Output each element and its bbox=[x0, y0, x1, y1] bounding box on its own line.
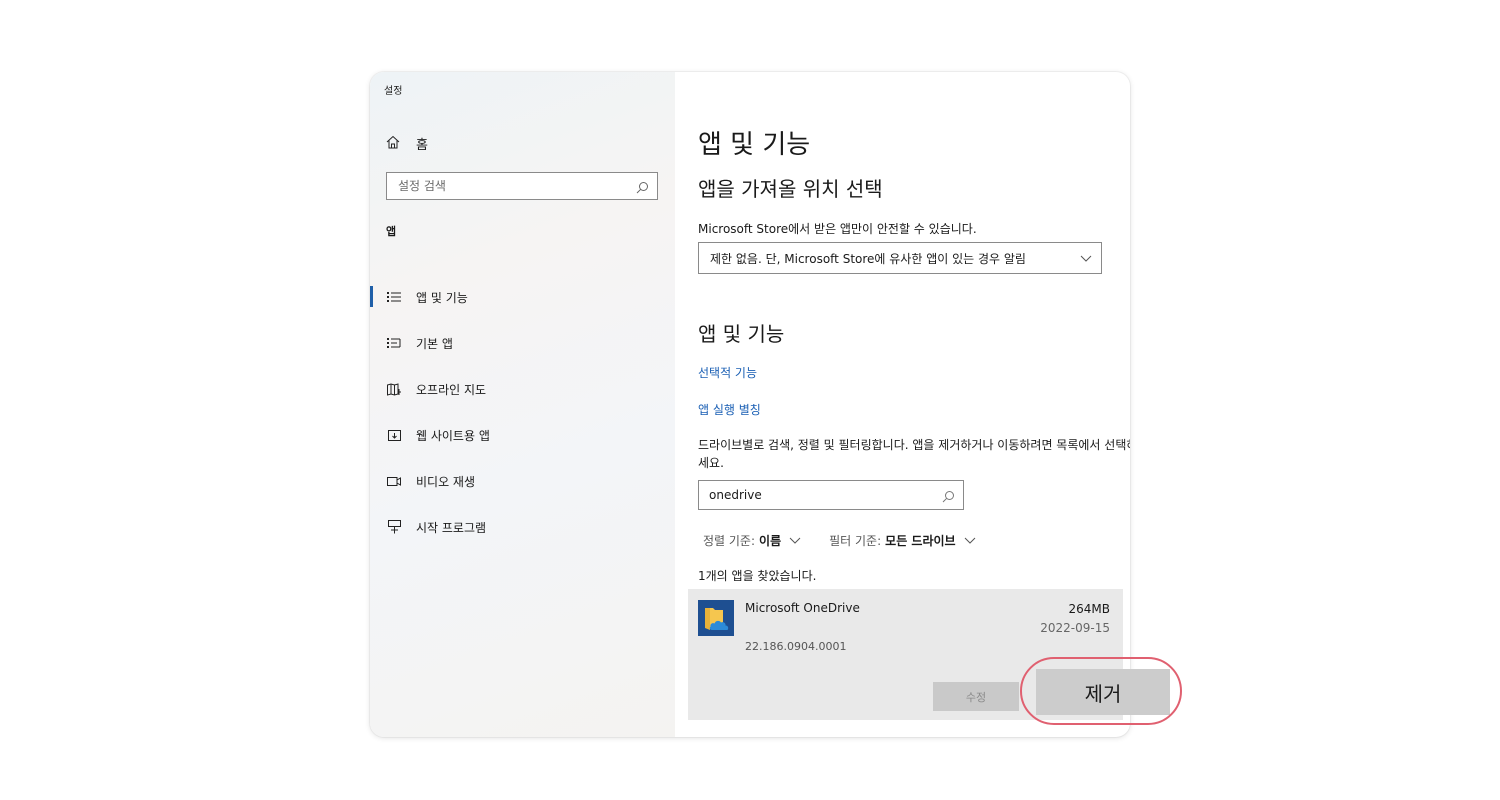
app-execution-alias-link[interactable]: 앱 실행 별칭 bbox=[698, 401, 761, 418]
install-section-description: Microsoft Store에서 받은 앱만이 안전할 수 있습니다. bbox=[698, 222, 977, 236]
search-icon[interactable] bbox=[636, 179, 649, 198]
chevron-down-icon[interactable] bbox=[964, 537, 976, 545]
settings-search-input[interactable] bbox=[387, 173, 628, 199]
uninstall-highlight bbox=[1020, 657, 1182, 725]
app-search[interactable] bbox=[698, 480, 964, 510]
search-icon[interactable] bbox=[942, 488, 955, 507]
sidebar-nav: 앱 및 기능 기본 앱 오프라인 지도 웹 사이트용 앱 비디오 재생 시작 프… bbox=[370, 274, 675, 550]
onedrive-icon bbox=[698, 600, 734, 636]
startup-icon bbox=[386, 519, 402, 535]
optional-features-link[interactable]: 선택적 기능 bbox=[698, 364, 757, 381]
filter-dropdown[interactable]: 모든 드라이브 bbox=[885, 532, 955, 549]
video-icon bbox=[386, 473, 402, 489]
app-version: 22.186.0904.0001 bbox=[745, 640, 847, 653]
sort-filter-row: 정렬 기준: 이름 필터 기준: 모든 드라이브 bbox=[703, 532, 1004, 549]
sidebar-item-label: 앱 및 기능 bbox=[416, 290, 468, 305]
apps-section-title: 앱 및 기능 bbox=[698, 322, 785, 346]
install-source-value: 제한 없음. 단, Microsoft Store에 유사한 앱이 있는 경우 … bbox=[710, 251, 1026, 266]
map-icon bbox=[386, 381, 402, 397]
apps-features-icon bbox=[386, 289, 402, 305]
sidebar-item-startup[interactable]: 시작 프로그램 bbox=[370, 504, 675, 550]
apps-section-description: 드라이브별로 검색, 정렬 및 필터링합니다. 앱을 제거하거나 이동하려면 목… bbox=[698, 438, 1130, 470]
website-apps-icon bbox=[386, 427, 402, 443]
sidebar-item-label: 기본 앱 bbox=[416, 336, 453, 351]
modify-button[interactable]: 수정 bbox=[933, 682, 1019, 711]
page-title: 앱 및 기능 bbox=[698, 130, 811, 160]
sidebar: 설정 홈 앱 앱 및 기능 bbox=[370, 72, 675, 737]
install-source-dropdown[interactable]: 제한 없음. 단, Microsoft Store에 유사한 앱이 있는 경우 … bbox=[698, 242, 1102, 274]
sidebar-item-video-playback[interactable]: 비디오 재생 bbox=[370, 458, 675, 504]
sidebar-item-label: 웹 사이트용 앱 bbox=[416, 428, 490, 443]
settings-window: 설정 홈 앱 앱 및 기능 bbox=[370, 72, 1130, 737]
filter-label: 필터 기준: bbox=[829, 534, 882, 548]
sidebar-item-label: 시작 프로그램 bbox=[416, 520, 487, 535]
main-content: 앱 및 기능 앱을 가져올 위치 선택 Microsoft Store에서 받은… bbox=[675, 72, 1130, 737]
sidebar-home[interactable]: 홈 bbox=[386, 134, 428, 153]
sort-label: 정렬 기준: bbox=[703, 534, 756, 548]
sidebar-section-title: 앱 bbox=[386, 225, 397, 238]
install-section-title: 앱을 가져올 위치 선택 bbox=[698, 177, 883, 201]
sidebar-home-label: 홈 bbox=[416, 138, 428, 153]
sidebar-item-default-apps[interactable]: 기본 앱 bbox=[370, 320, 675, 366]
settings-search[interactable] bbox=[386, 172, 658, 200]
app-name: Microsoft OneDrive bbox=[745, 601, 860, 615]
chevron-down-icon bbox=[1079, 251, 1093, 268]
sidebar-item-website-apps[interactable]: 웹 사이트용 앱 bbox=[370, 412, 675, 458]
result-count: 1개의 앱을 찾았습니다. bbox=[698, 569, 817, 583]
app-install-date: 2022-09-15 bbox=[1040, 621, 1110, 635]
sidebar-item-apps-features[interactable]: 앱 및 기능 bbox=[370, 274, 675, 320]
home-icon bbox=[386, 135, 402, 153]
sidebar-item-offline-maps[interactable]: 오프라인 지도 bbox=[370, 366, 675, 412]
sort-dropdown[interactable]: 이름 bbox=[759, 532, 781, 549]
chevron-down-icon[interactable] bbox=[789, 537, 801, 545]
window-title: 설정 bbox=[384, 86, 403, 97]
sidebar-item-label: 오프라인 지도 bbox=[416, 382, 487, 397]
app-size: 264MB bbox=[1068, 602, 1111, 616]
default-apps-icon bbox=[386, 335, 402, 351]
app-search-input[interactable] bbox=[699, 481, 929, 509]
sidebar-item-label: 비디오 재생 bbox=[416, 474, 476, 489]
